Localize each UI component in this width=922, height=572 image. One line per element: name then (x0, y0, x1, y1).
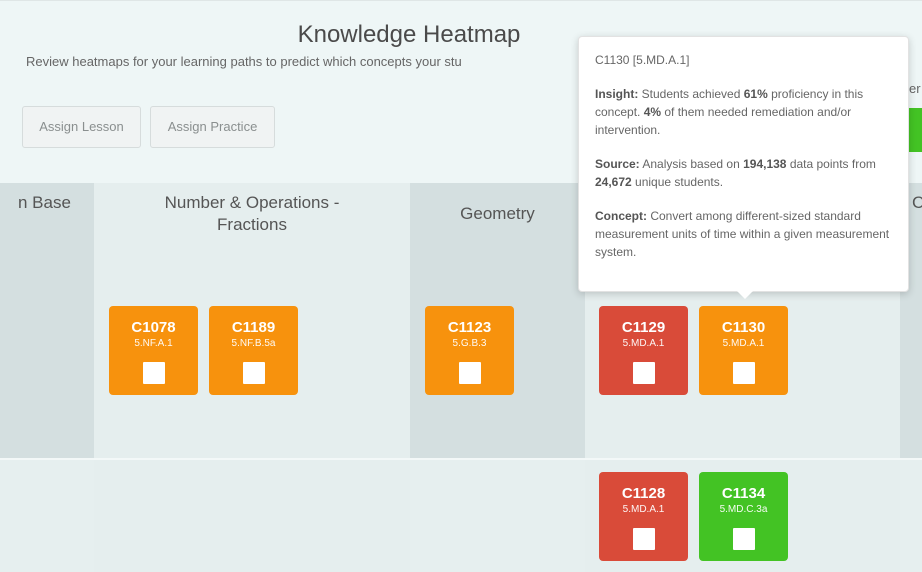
concept-tile-c1189[interactable]: C1189 5.NF.B.5a (209, 306, 298, 395)
insight-proficiency: 61% (743, 87, 768, 101)
source-students: 24,672 (595, 175, 632, 189)
concept-tooltip: C1130 [5.MD.A.1] Insight: Students achie… (578, 36, 909, 299)
tile-standard: 5.MD.A.1 (722, 338, 765, 349)
tile-standard: 5.MD.C.3a (719, 504, 768, 515)
concept-tile-c1129[interactable]: C1129 5.MD.A.1 (599, 306, 688, 395)
insight-label: Insight: (595, 87, 639, 101)
tile-standard: 5.G.B.3 (452, 338, 487, 349)
assign-practice-button[interactable]: Assign Practice (150, 106, 275, 148)
tile-standard: 5.NF.B.5a (231, 338, 276, 349)
concept-tile-c1078[interactable]: C1078 5.NF.A.1 (109, 306, 198, 395)
concept-tile-c1134[interactable]: C1134 5.MD.C.3a (699, 472, 788, 561)
source-text-1: Analysis based on (639, 157, 744, 171)
column-band-geometry-row2 (410, 460, 585, 572)
row-divider (0, 458, 922, 460)
column-header-geometry: Geometry (460, 204, 535, 223)
tile-standard: 5.MD.A.1 (622, 338, 665, 349)
tooltip-insight: Insight: Students achieved 61% proficien… (595, 85, 892, 139)
source-text-3: unique students. (631, 175, 724, 189)
tooltip-source: Source: Analysis based on 194,138 data p… (595, 155, 892, 191)
column-header-next: C (912, 193, 922, 212)
tile-code: C1134 (721, 485, 766, 502)
truncated-header-text: er (909, 81, 921, 96)
tile-standard: 5.MD.A.1 (622, 504, 665, 515)
tile-checkbox[interactable] (733, 528, 755, 550)
tile-checkbox[interactable] (733, 362, 755, 384)
tile-code: C1189 (231, 319, 276, 336)
page-subtitle: Review heatmaps for your learning paths … (26, 54, 462, 69)
tile-checkbox[interactable] (633, 362, 655, 384)
assign-lesson-button[interactable]: Assign Lesson (22, 106, 141, 148)
concept-tile-c1128[interactable]: C1128 5.MD.A.1 (599, 472, 688, 561)
tile-code: C1129 (621, 319, 666, 336)
concept-tile-c1123[interactable]: C1123 5.G.B.3 (425, 306, 514, 395)
tooltip-title: C1130 [5.MD.A.1] (595, 53, 690, 67)
tile-checkbox[interactable] (243, 362, 265, 384)
tile-code: C1130 (721, 319, 766, 336)
column-header-fractions: Number & Operations - Fractions (164, 193, 340, 234)
tile-checkbox[interactable] (633, 528, 655, 550)
tile-standard: 5.NF.A.1 (134, 338, 173, 349)
green-action-button-edge[interactable] (909, 108, 922, 152)
tile-code: C1123 (447, 319, 492, 336)
column-band-next-row2 (900, 460, 922, 572)
concept-tile-c1130[interactable]: C1130 5.MD.A.1 (699, 306, 788, 395)
column-band-base (0, 183, 94, 460)
tile-code: C1128 (621, 485, 666, 502)
tile-checkbox[interactable] (143, 362, 165, 384)
source-data-points: 194,138 (743, 157, 787, 171)
source-label: Source: (595, 157, 640, 171)
tooltip-concept: Concept: Convert among different-sized s… (595, 207, 892, 261)
concept-label: Concept: (595, 209, 647, 223)
tile-code: C1078 (131, 319, 176, 336)
column-header-base: n Base (18, 193, 71, 212)
insight-text-1: Students achieved (638, 87, 744, 101)
source-text-2: data points from (786, 157, 876, 171)
tooltip-arrow (737, 291, 753, 299)
column-band-base-row2 (0, 460, 94, 572)
tile-checkbox[interactable] (459, 362, 481, 384)
insight-remediation: 4% (643, 105, 662, 119)
